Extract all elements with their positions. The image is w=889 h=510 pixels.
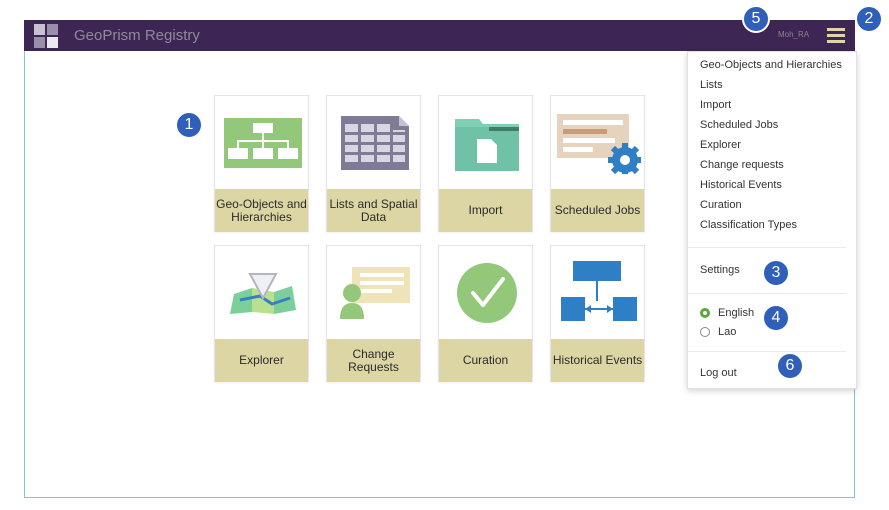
tile-historical-events[interactable]: Historical Events xyxy=(550,245,645,382)
language-label-english[interactable]: English xyxy=(718,307,754,319)
tile-curation[interactable]: Curation xyxy=(438,245,533,382)
callout-badge-5: 5 xyxy=(742,5,770,33)
tile-label: Historical Events xyxy=(551,339,644,382)
tile-label: Curation xyxy=(439,339,532,382)
person-document-icon xyxy=(327,246,422,339)
callout-badge-6: 6 xyxy=(776,352,804,380)
menu-item-curation[interactable]: Curation xyxy=(700,199,742,211)
language-radio-english[interactable] xyxy=(700,308,710,318)
gear-document-icon xyxy=(551,96,646,189)
menu-item-logout[interactable]: Log out xyxy=(700,367,737,379)
tile-lists-spatial-data[interactable]: Lists and Spatial Data xyxy=(326,95,421,232)
menu-item-change-requests[interactable]: Change requests xyxy=(700,159,784,171)
menu-item-classification-types[interactable]: Classification Types xyxy=(700,219,797,231)
menu-item-lists[interactable]: Lists xyxy=(700,79,723,91)
app-logo-icon xyxy=(34,24,58,48)
tile-label: Scheduled Jobs xyxy=(551,189,644,232)
language-radio-lao[interactable] xyxy=(700,327,710,337)
tile-scheduled-jobs[interactable]: Scheduled Jobs xyxy=(550,95,645,232)
hierarchy-icon xyxy=(215,96,310,189)
tile-explorer[interactable]: Explorer xyxy=(214,245,309,382)
username-label[interactable]: Moh_RA xyxy=(778,30,809,39)
map-icon xyxy=(215,246,310,339)
spreadsheet-icon xyxy=(327,96,422,189)
tile-label: Import xyxy=(439,189,532,232)
tile-label: Change Requests xyxy=(327,339,420,382)
tile-label: Explorer xyxy=(215,339,308,382)
language-label-lao[interactable]: Lao xyxy=(718,326,736,338)
checkmark-icon xyxy=(439,246,534,339)
hamburger-menu-icon[interactable] xyxy=(827,28,845,44)
menu-item-geo-objects[interactable]: Geo-Objects and Hierarchies xyxy=(700,59,842,71)
tile-import[interactable]: Import xyxy=(438,95,533,232)
tile-label: Lists and Spatial Data xyxy=(327,189,420,232)
menu-divider xyxy=(688,351,846,352)
menu-item-import[interactable]: Import xyxy=(700,99,731,111)
flowchart-icon xyxy=(551,246,646,339)
callout-badge-1: 1 xyxy=(175,111,203,139)
menu-item-scheduled-jobs[interactable]: Scheduled Jobs xyxy=(700,119,778,131)
folder-document-icon xyxy=(439,96,534,189)
tile-geo-objects-hierarchies[interactable]: Geo-Objects and Hierarchies xyxy=(214,95,309,232)
menu-item-historical-events[interactable]: Historical Events xyxy=(700,179,782,191)
tile-label: Geo-Objects and Hierarchies xyxy=(215,189,308,232)
menu-item-settings[interactable]: Settings xyxy=(700,264,740,276)
menu-divider xyxy=(688,247,846,248)
callout-badge-2: 2 xyxy=(855,5,883,33)
user-dropdown-menu: Geo-Objects and Hierarchies Lists Import… xyxy=(687,51,857,389)
tile-change-requests[interactable]: Change Requests xyxy=(326,245,421,382)
callout-badge-3: 3 xyxy=(762,259,790,287)
menu-item-explorer[interactable]: Explorer xyxy=(700,139,741,151)
menu-divider xyxy=(688,293,846,294)
app-title[interactable]: GeoPrism Registry xyxy=(74,27,200,44)
callout-badge-4: 4 xyxy=(762,304,790,332)
top-navigation-bar: GeoPrism Registry Moh_RA xyxy=(24,20,855,51)
